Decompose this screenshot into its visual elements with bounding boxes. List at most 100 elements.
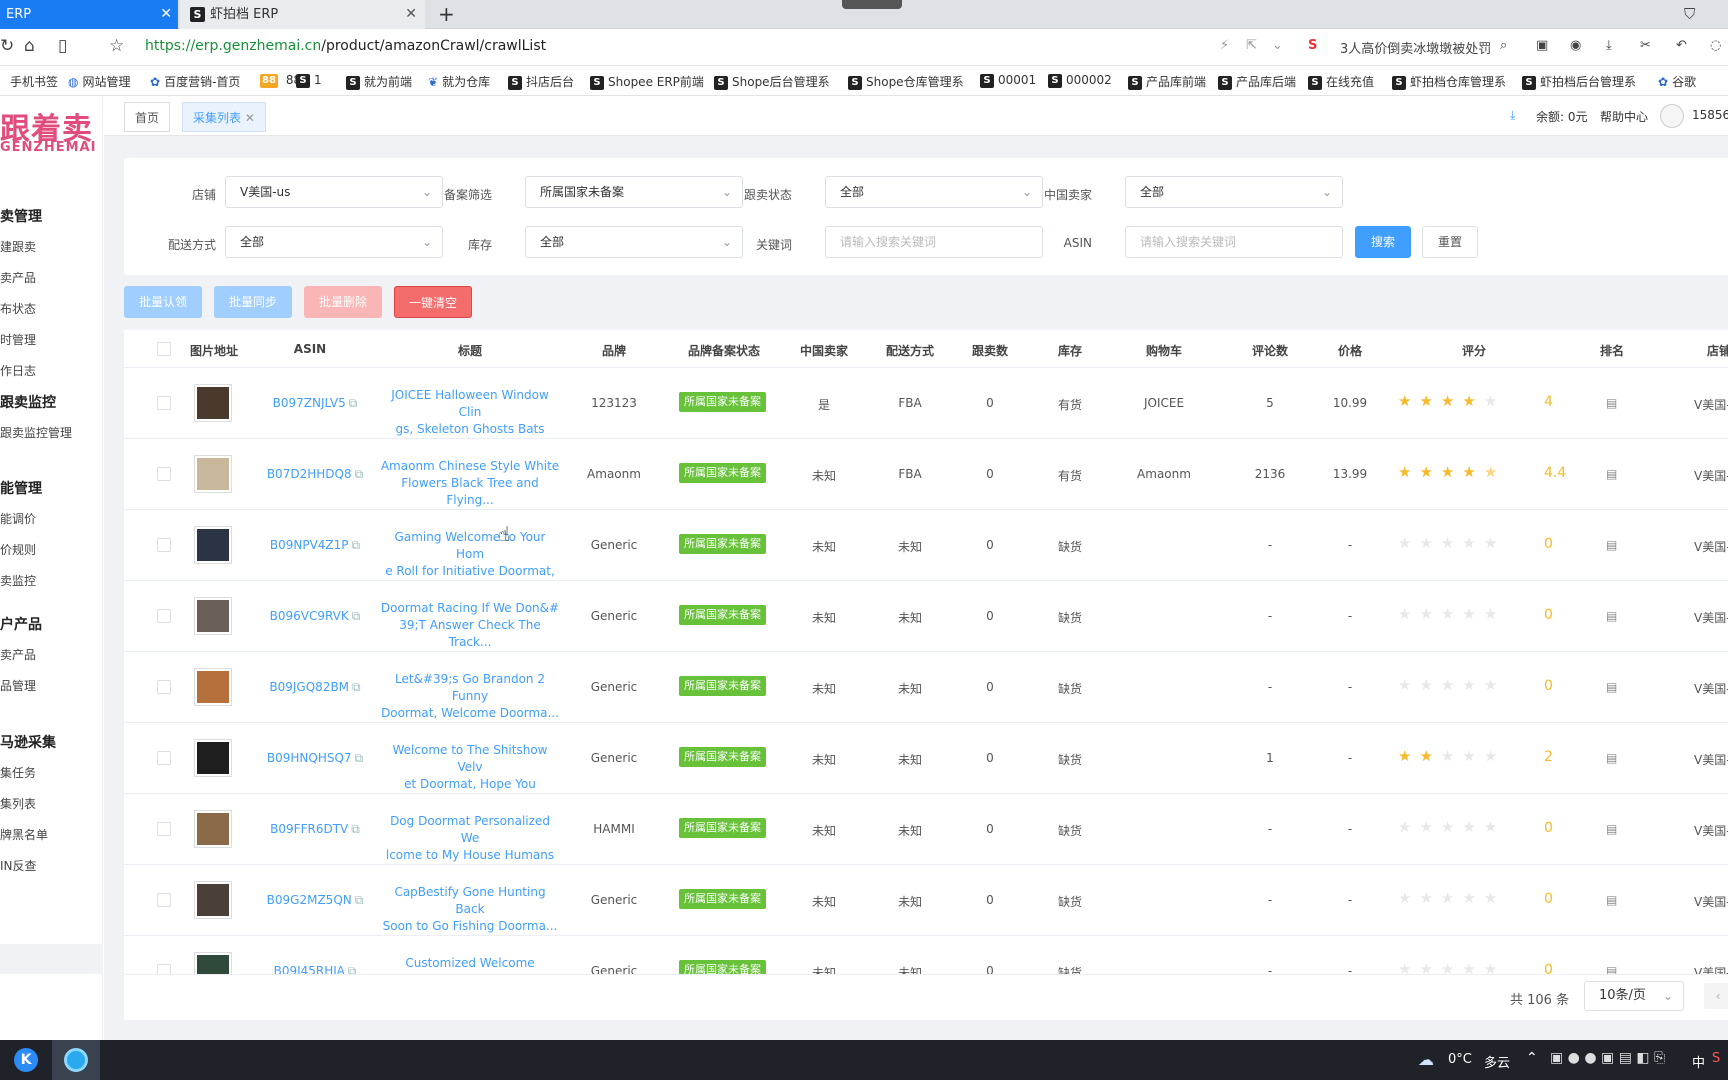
row-checkbox[interactable] xyxy=(157,680,171,694)
new-tab-icon[interactable]: + xyxy=(438,2,455,26)
bookmark-item[interactable]: ◍ 网站管理 xyxy=(68,73,131,90)
product-thumbnail[interactable] xyxy=(194,455,232,493)
tab-crawl-list[interactable]: 采集列表 ✕ xyxy=(182,102,266,132)
record-filter-select[interactable]: 所属国家未备案 ⌄ xyxy=(525,176,743,208)
flash-icon[interactable]: ⚡ xyxy=(1220,38,1229,53)
asin-input[interactable]: 请输入搜索关键词 xyxy=(1125,226,1343,258)
browser-tab-erp[interactable]: ERP ✕ xyxy=(0,0,178,29)
asin-link[interactable]: B096VC9RVK ⧉ xyxy=(260,609,370,624)
sidebar-item[interactable]: 跟卖监控管理 xyxy=(0,424,72,441)
copy-icon[interactable]: ⧉ xyxy=(355,467,364,481)
product-thumbnail[interactable] xyxy=(194,384,232,422)
batch-delete-button[interactable]: 批量删除 xyxy=(304,286,382,318)
copy-icon[interactable]: ⧉ xyxy=(352,538,361,552)
product-title-link[interactable]: Dog Doormat Personalized We lcome to My H… xyxy=(380,813,560,864)
copy-icon[interactable]: ⧉ xyxy=(351,822,360,836)
ime-indicator[interactable]: 中 xyxy=(1692,1052,1705,1071)
product-title-link[interactable]: Amaonm Chinese Style White Flowers Black … xyxy=(380,458,560,509)
cn-seller-select[interactable]: 全部 ⌄ xyxy=(1125,176,1343,208)
product-title-link[interactable]: JOICEE Halloween Window Clin gs, Skeleton… xyxy=(380,387,560,438)
search-button[interactable]: 搜索 xyxy=(1355,226,1411,258)
product-title-link[interactable]: Let&#39;s Go Brandon 2 Funny Doormat, Wel… xyxy=(380,671,560,722)
share-icon[interactable]: ⇱ xyxy=(1246,38,1257,53)
star-icon[interactable]: ☆ xyxy=(109,36,124,56)
browser-tab-xiapaidang[interactable]: S 虾拍档 ERP ✕ xyxy=(180,0,425,29)
home-icon[interactable]: ⌂ xyxy=(24,36,35,56)
table-row[interactable]: B09NPV4Z1P ⧉ Gaming Welcome to Your Hom e R… xyxy=(124,510,1728,581)
sidebar-group-title[interactable]: 卖管理 xyxy=(0,206,42,226)
stock-select[interactable]: 全部 ⌄ xyxy=(525,226,743,258)
sidebar-item[interactable]: 布状态 xyxy=(0,300,36,317)
sidebar-item[interactable]: 卖监控 xyxy=(0,572,36,589)
row-checkbox[interactable] xyxy=(157,538,171,552)
search-icon[interactable]: ⌕ xyxy=(1500,38,1507,53)
sidebar-group-title[interactable]: 户产品 xyxy=(0,614,42,634)
sidebar-item[interactable]: 集列表 xyxy=(0,795,36,812)
asin-link[interactable]: B09NPV4Z1P ⧉ xyxy=(260,538,370,553)
sidebar-item[interactable]: 建跟卖 xyxy=(0,238,36,255)
row-checkbox[interactable] xyxy=(157,396,171,410)
bookmark-item[interactable]: 手机书签 xyxy=(10,73,58,90)
bookmark-item[interactable]: S 就为前端 xyxy=(346,73,412,90)
bookmark-item[interactable]: ✿ 百度营销-首页 xyxy=(150,73,240,90)
sidebar-item[interactable]: 价规则 xyxy=(0,541,36,558)
rank-doc-icon[interactable]: ▤ xyxy=(1606,822,1617,836)
table-row[interactable]: B097ZNJLV5 ⧉ JOICEE Halloween Window Clin g… xyxy=(124,368,1728,439)
row-checkbox[interactable] xyxy=(157,609,171,623)
table-row[interactable]: B09HNQHSQ7 ⧉ Welcome to The Shitshow Velv e… xyxy=(124,723,1728,794)
bookmark-item[interactable]: S Shopee ERP前端 xyxy=(590,73,704,90)
scissors-icon[interactable]: ✂ xyxy=(1640,38,1651,53)
shirt-icon[interactable]: ⛉ xyxy=(1684,5,1695,23)
url-field[interactable]: https://erp.genzhemai.cn/product/amazonC… xyxy=(145,38,546,54)
bookmark-item[interactable]: S 000002 xyxy=(1048,73,1112,88)
product-title-link[interactable]: Gaming Welcome to Your Hom e Roll for Ini… xyxy=(380,529,560,580)
reader-icon[interactable]: ▯ xyxy=(58,36,67,56)
undo-icon[interactable]: ↶ xyxy=(1676,38,1687,53)
sidebar-item[interactable]: 牌黑名单 xyxy=(0,826,48,843)
rank-doc-icon[interactable]: ▤ xyxy=(1606,396,1617,410)
table-row[interactable]: B09FFR6DTV ⧉ Dog Doormat Personalized We lc… xyxy=(124,794,1728,865)
asin-link[interactable]: B07D2HHDQ8 ⧉ xyxy=(260,467,370,482)
chevron-up-icon[interactable]: ⌃ xyxy=(1526,1050,1538,1066)
bookmark-item[interactable]: ❦ 就为仓库 xyxy=(428,73,490,90)
copy-icon[interactable]: ⧉ xyxy=(352,680,361,694)
sidebar-group-title[interactable]: 能管理 xyxy=(0,478,42,498)
copy-icon[interactable]: ⧉ xyxy=(355,751,364,765)
extension-icon[interactable]: ▣ xyxy=(1536,38,1548,53)
sidebar-group-title[interactable]: 跟卖监控 xyxy=(0,392,56,412)
table-row[interactable]: B09G2MZ5QN ⧉ CapBestify Gone Hunting Back S… xyxy=(124,865,1728,936)
product-title-link[interactable]: CapBestify Gone Hunting Back Soon to Go F… xyxy=(380,884,560,935)
bookmark-item[interactable]: S 产品库前端 xyxy=(1128,73,1206,90)
bookmark-item[interactable]: S 抖店后台 xyxy=(508,73,574,90)
bookmark-item[interactable]: S 产品库后端 xyxy=(1218,73,1296,90)
start-icon[interactable]: K xyxy=(14,1048,38,1072)
row-checkbox[interactable] xyxy=(157,822,171,836)
product-thumbnail[interactable] xyxy=(194,739,232,777)
more-icon[interactable]: ◌ xyxy=(1710,38,1721,53)
sidebar-item[interactable]: 卖产品 xyxy=(0,269,36,286)
bookmark-item[interactable]: S 虾拍档后台管理系 xyxy=(1522,73,1636,90)
chevron-down-icon[interactable]: ⌄ xyxy=(1272,38,1283,53)
row-checkbox[interactable] xyxy=(157,893,171,907)
rank-doc-icon[interactable]: ▤ xyxy=(1606,680,1617,694)
bookmark-item[interactable]: S 虾拍档仓库管理系 xyxy=(1392,73,1506,90)
clear-all-button[interactable]: 一键清空 xyxy=(394,286,472,318)
product-thumbnail[interactable] xyxy=(194,668,232,706)
tab-home[interactable]: 首页 xyxy=(124,102,171,132)
reset-button[interactable]: 重置 xyxy=(1422,226,1478,258)
product-thumbnail[interactable] xyxy=(194,597,232,635)
row-checkbox[interactable] xyxy=(157,751,171,765)
bookmark-item[interactable]: S Shope后台管理系 xyxy=(714,73,830,90)
table-row[interactable]: B096VC9RVK ⧉ Doormat Racing If We Don&# 39;… xyxy=(124,581,1728,652)
bookmark-item[interactable]: S1 xyxy=(296,73,322,88)
product-thumbnail[interactable] xyxy=(194,810,232,848)
batch-sync-button[interactable]: 批量同步 xyxy=(214,286,292,318)
product-title-link[interactable]: Doormat Racing If We Don&# 39;T Answer Ch… xyxy=(380,600,560,651)
bookmark-item[interactable]: S 在线充值 xyxy=(1308,73,1374,90)
select-all-checkbox[interactable] xyxy=(157,342,171,356)
asin-link[interactable]: B09FFR6DTV ⧉ xyxy=(260,822,370,837)
sidebar-item[interactable]: 品管理 xyxy=(0,677,36,694)
sogou-tray-icon[interactable]: S xyxy=(1712,1051,1720,1066)
product-title-link[interactable]: Welcome to The Shitshow Velv et Doormat, … xyxy=(380,742,560,793)
sidebar-item[interactable]: 能调价 xyxy=(0,510,36,527)
